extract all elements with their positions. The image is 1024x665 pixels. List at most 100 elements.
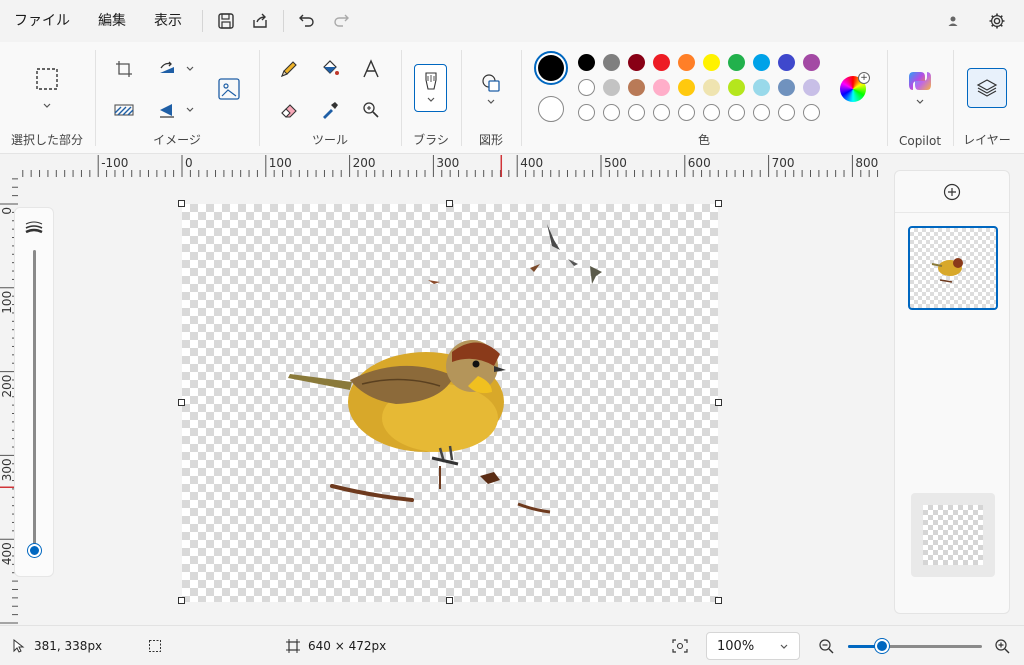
slider-thumb[interactable]	[28, 544, 41, 557]
fill-bucket-icon[interactable]	[315, 54, 345, 84]
resize-handle-bottom-left[interactable]	[178, 597, 185, 604]
resize-handle-bottom[interactable]	[446, 597, 453, 604]
menu-view[interactable]: 表示	[140, 0, 196, 42]
cursor-position: 381, 338px	[12, 626, 102, 665]
fit-to-window-button[interactable]	[672, 626, 688, 665]
color-group: + 色	[522, 42, 886, 154]
custom-color-slot[interactable]	[803, 104, 820, 121]
ruler-label: 400	[0, 542, 14, 565]
color-swatch[interactable]	[653, 79, 670, 96]
magnifier-icon[interactable]	[356, 95, 386, 125]
color-swatch[interactable]	[753, 54, 770, 71]
custom-color-slot[interactable]	[603, 104, 620, 121]
text-tool-icon[interactable]	[356, 54, 386, 84]
color-swatch[interactable]	[803, 54, 820, 71]
menu-file[interactable]: ファイル	[0, 0, 84, 42]
rectangle-select-icon[interactable]	[32, 64, 62, 94]
layers-icon	[976, 79, 998, 97]
copilot-group-label: Copilot	[898, 134, 942, 148]
resize-handle-top[interactable]	[446, 200, 453, 207]
shapes-icon[interactable]	[476, 68, 506, 98]
resize-image-icon[interactable]	[214, 74, 244, 104]
custom-color-slot[interactable]	[678, 104, 695, 121]
color-swatch[interactable]	[778, 54, 795, 71]
custom-color-slot[interactable]	[578, 104, 595, 121]
edit-colors-button[interactable]: +	[840, 72, 870, 102]
background-layer-thumbnail[interactable]	[911, 493, 995, 577]
custom-color-slot[interactable]	[703, 104, 720, 121]
share-icon[interactable]	[243, 4, 277, 38]
copilot-group: Copilot	[888, 42, 952, 154]
zoom-in-button[interactable]	[994, 626, 1010, 665]
chevron-down-icon[interactable]	[485, 96, 497, 108]
resize-handle-top-right[interactable]	[715, 200, 722, 207]
ruler-label: 200	[0, 375, 14, 398]
chevron-down-icon[interactable]	[41, 100, 53, 112]
color-swatch[interactable]	[578, 79, 595, 96]
zoom-value: 100%	[717, 638, 755, 654]
canvas-size-text: 640 × 472px	[308, 639, 387, 653]
layers-toggle-button[interactable]	[967, 68, 1007, 108]
color-swatch[interactable]	[703, 54, 720, 71]
chevron-down-icon[interactable]	[914, 96, 926, 108]
custom-color-slot[interactable]	[653, 104, 670, 121]
shapes-group-label: 図形	[478, 133, 503, 147]
ruler-label: 100	[0, 291, 14, 314]
resize-handle-bottom-right[interactable]	[715, 597, 722, 604]
color-swatch[interactable]	[728, 79, 745, 96]
remove-background-icon[interactable]	[109, 95, 139, 125]
account-icon[interactable]	[936, 4, 970, 38]
rotate-icon[interactable]	[152, 54, 182, 84]
brush-button[interactable]	[414, 64, 447, 112]
color-swatch[interactable]	[628, 79, 645, 96]
custom-color-slot[interactable]	[728, 104, 745, 121]
zoom-dropdown[interactable]: 100%	[706, 632, 800, 660]
zoom-slider-track[interactable]	[848, 639, 982, 653]
resize-handle-left[interactable]	[178, 399, 185, 406]
crop-icon[interactable]	[109, 54, 139, 84]
drawing-canvas[interactable]	[182, 204, 718, 602]
color-swatch[interactable]	[578, 54, 595, 71]
brush-size-slider[interactable]	[14, 207, 54, 577]
custom-color-slot[interactable]	[778, 104, 795, 121]
color-swatch[interactable]	[628, 54, 645, 71]
resize-handle-top-left[interactable]	[178, 200, 185, 207]
color-swatch[interactable]	[803, 79, 820, 96]
layer-thumbnail-active[interactable]	[908, 226, 998, 310]
menu-edit[interactable]: 編集	[84, 0, 140, 42]
copilot-icon[interactable]	[905, 66, 935, 96]
ruler-label: 700	[772, 156, 795, 170]
color-swatch[interactable]	[753, 79, 770, 96]
color-swatch[interactable]	[778, 79, 795, 96]
color-swatch[interactable]	[653, 54, 670, 71]
zoom-out-button[interactable]	[818, 626, 834, 665]
undo-icon[interactable]	[290, 4, 324, 38]
color-swatch[interactable]	[678, 79, 695, 96]
settings-gear-icon[interactable]	[980, 4, 1014, 38]
eraser-icon[interactable]	[274, 95, 304, 125]
primary-color-button[interactable]	[534, 51, 568, 85]
save-icon[interactable]	[209, 4, 243, 38]
brush-group-label: ブラシ	[413, 133, 449, 147]
selection-size-icon	[149, 640, 161, 652]
color-swatch[interactable]	[603, 79, 620, 96]
color-swatch[interactable]	[703, 79, 720, 96]
chevron-down-icon[interactable]	[184, 63, 196, 75]
color-swatch[interactable]	[678, 54, 695, 71]
add-layer-button[interactable]	[895, 171, 1009, 213]
chevron-down-icon[interactable]	[184, 104, 196, 116]
secondary-color-button[interactable]	[538, 96, 564, 122]
custom-color-slot[interactable]	[628, 104, 645, 121]
color-picker-icon[interactable]	[315, 95, 345, 125]
resize-handle-right[interactable]	[715, 399, 722, 406]
custom-color-slot[interactable]	[753, 104, 770, 121]
flip-icon[interactable]	[152, 95, 182, 125]
pencil-icon[interactable]	[274, 54, 304, 84]
color-swatch[interactable]	[603, 54, 620, 71]
zoom-slider-thumb[interactable]	[874, 639, 889, 653]
slider-track	[33, 250, 36, 550]
color-group-label: 色	[697, 133, 710, 147]
color-swatch[interactable]	[728, 54, 745, 71]
redo-icon[interactable]	[324, 4, 358, 38]
add-layer-icon	[943, 183, 961, 200]
